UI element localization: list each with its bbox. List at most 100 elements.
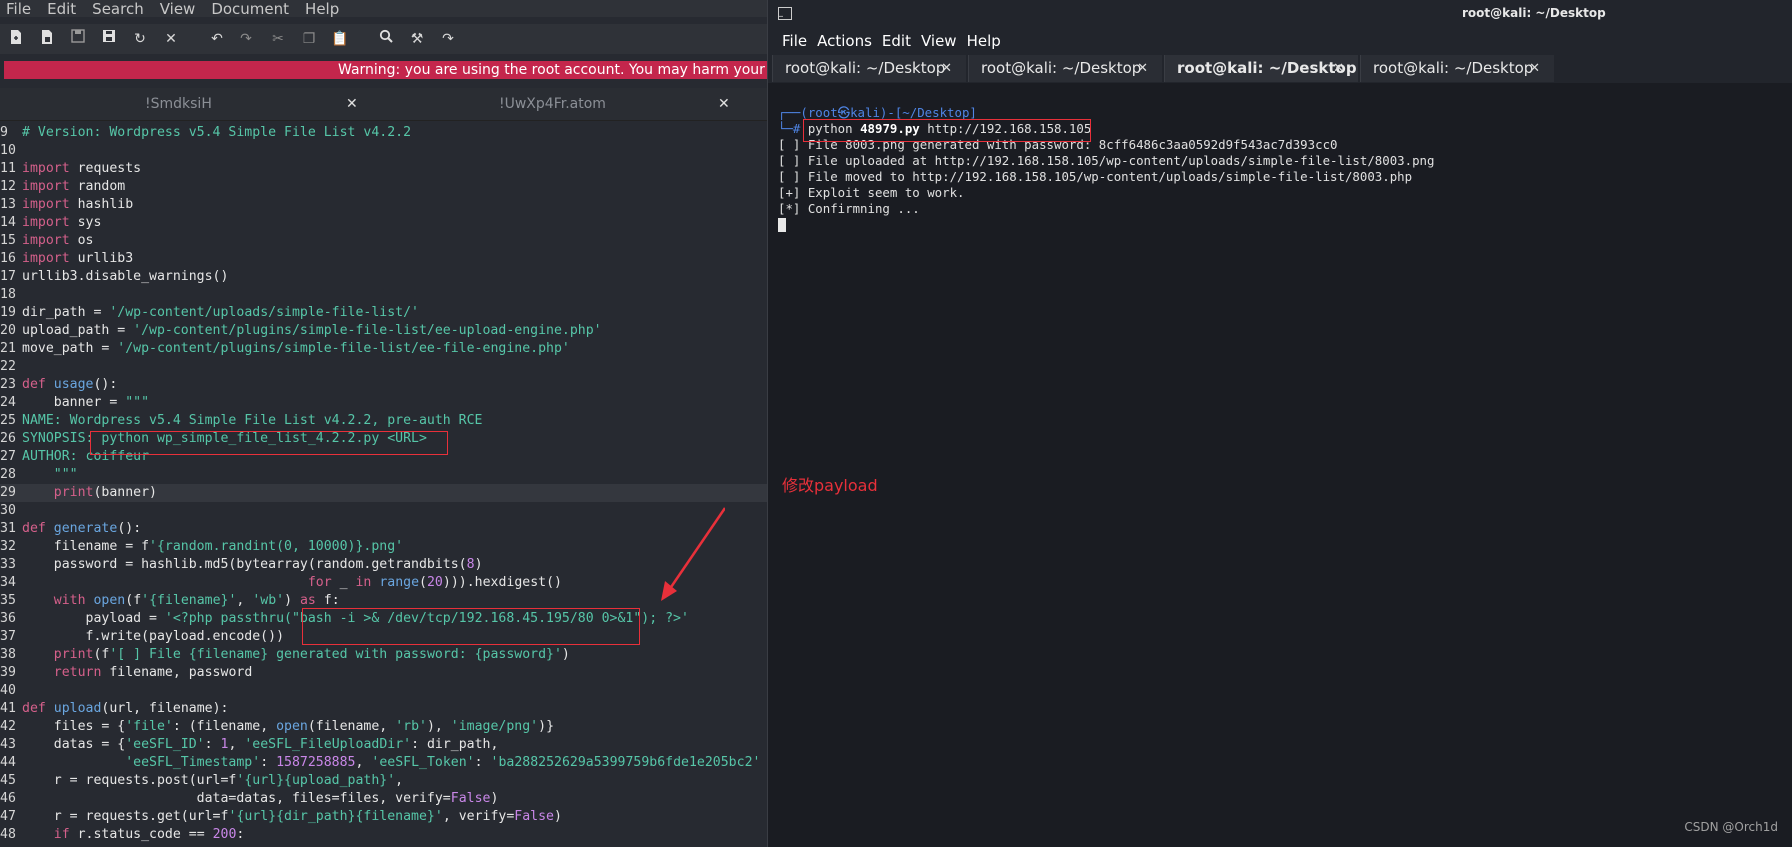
code-text: filename = f'{random.randint(0, 10000)}.… — [22, 539, 404, 554]
code-text: def upload(url, filename): — [22, 701, 229, 716]
code-line: 29 print(banner) — [0, 484, 768, 502]
terminal-tab[interactable]: root@kali: ~/Desktop ✕ — [1360, 55, 1554, 82]
undo-icon[interactable]: ↶ — [207, 29, 227, 49]
code-text: def generate(): — [22, 521, 142, 536]
code-text: dir_path = '/wp-content/uploads/simple-f… — [22, 305, 419, 320]
editor-tab-label: !UwXp4Fr.atom — [499, 96, 606, 112]
save-as-icon[interactable] — [99, 29, 119, 49]
menu-file[interactable]: File — [0, 1, 39, 17]
find-replace-icon[interactable]: ⚒ — [407, 29, 427, 49]
code-text: data=datas, files=files, verify=False) — [22, 791, 499, 806]
close-icon[interactable]: ✕ — [1529, 55, 1540, 82]
reload-icon[interactable]: ↻ — [130, 29, 150, 49]
menu-view[interactable]: View — [152, 1, 204, 17]
terminal-icon: _ — [778, 7, 792, 20]
line-number: 47 — [0, 809, 16, 824]
line-number: 30 — [0, 503, 16, 518]
terminal-tab[interactable]: root@kali: ~/Desktop ✕ — [968, 55, 1162, 82]
close-document-icon[interactable]: ✕ — [161, 29, 181, 49]
editor-menubar: File Edit Search View Document Help — [0, 0, 768, 17]
terminal-tab[interactable]: root@kali: ~/Desktop ✕ — [772, 55, 966, 82]
code-text: """ — [22, 467, 78, 482]
code-text: print(f'[ ] File {filename} generated wi… — [53, 647, 570, 662]
editor-tab[interactable]: !SmdksiH ✕ — [0, 88, 376, 120]
terminal-menu-edit[interactable]: Edit — [877, 28, 916, 54]
code-line: 44 'eeSFL_Timestamp': 1587258885, 'eeSFL… — [0, 754, 768, 772]
line-number: 11 — [0, 161, 16, 176]
search-icon[interactable] — [376, 29, 396, 49]
close-icon[interactable]: ✕ — [1137, 55, 1148, 82]
terminal-menu-help[interactable]: Help — [962, 28, 1006, 54]
line-number: 35 — [0, 593, 16, 608]
code-line: 47 r = requests.get(url=f'{url}{dir_path… — [0, 808, 768, 826]
code-text: import os — [22, 233, 94, 248]
goto-line-icon[interactable]: ↷ — [438, 29, 458, 49]
terminal-tab-label: root@kali: ~/Desktop — [1177, 59, 1357, 77]
terminal-menu-actions[interactable]: Actions — [812, 28, 877, 54]
line-number: 16 — [0, 251, 16, 266]
terminal-menu-file[interactable]: File — [768, 28, 812, 54]
line-number: 48 — [0, 827, 16, 842]
code-text: print(banner) — [53, 485, 157, 500]
code-line: 31 def generate(): — [0, 520, 768, 538]
code-text: import hashlib — [22, 197, 134, 212]
line-number: 28 — [0, 467, 16, 482]
annotation-arrow — [661, 507, 725, 601]
code-line: 40 — [0, 682, 768, 700]
code-text: files = {'file': (filename, open(filenam… — [22, 719, 555, 734]
code-line: 15 import os — [0, 232, 768, 250]
close-icon[interactable]: ✕ — [346, 88, 358, 120]
menu-document[interactable]: Document — [203, 1, 297, 17]
cut-icon[interactable]: ✂ — [268, 29, 288, 49]
save-icon[interactable] — [68, 29, 88, 49]
line-number: 9 — [0, 125, 8, 140]
code-text: import sys — [22, 215, 102, 230]
code-line: 13 import hashlib — [0, 196, 768, 214]
editor-tab[interactable]: !UwXp4Fr.atom ✕ — [376, 88, 752, 120]
terminal-tab-active[interactable]: root@kali: ~/Desktop ✕ — [1164, 55, 1358, 82]
close-icon[interactable]: ✕ — [1333, 55, 1344, 82]
line-number: 14 — [0, 215, 16, 230]
code-text: r = requests.get(url=f'{url}{dir_path}{f… — [22, 809, 562, 824]
code-line: 17 urllib3.disable_warnings() — [0, 268, 768, 286]
line-number: 13 — [0, 197, 16, 212]
highlight-box-command — [803, 119, 1091, 142]
new-file-icon[interactable] — [6, 29, 26, 49]
code-line: 19 dir_path = '/wp-content/uploads/simple… — [0, 304, 768, 322]
paste-icon[interactable]: 📋 — [330, 29, 350, 49]
terminal-tabbar: root@kali: ~/Desktop ✕ root@kali: ~/Deskt… — [768, 54, 1792, 83]
line-number: 15 — [0, 233, 16, 248]
code-text: # Version: Wordpress v5.4 Simple File Li… — [22, 125, 412, 140]
code-line: 20 upload_path = '/wp-content/plugins/sim… — [0, 322, 768, 340]
close-icon[interactable]: ✕ — [941, 55, 952, 82]
code-line: 34 for _ in range(20))).hexdigest() — [0, 574, 768, 592]
menu-search[interactable]: Search — [84, 1, 152, 17]
terminal-output-area[interactable]: ┌──(root㉿kali)-[~/Desktop] └─# python 48… — [768, 83, 1792, 847]
output-line: [ ] File uploaded at http://192.168.158.… — [778, 153, 1435, 168]
terminal-menu-view[interactable]: View — [916, 28, 962, 54]
code-text: import requests — [22, 161, 142, 176]
highlight-box-payload — [302, 608, 640, 645]
code-text: with open(f'{filename}', 'wb') as f: — [53, 593, 340, 608]
line-number: 33 — [0, 557, 16, 572]
code-text: import urllib3 — [22, 251, 134, 266]
line-number: 46 — [0, 791, 16, 806]
copy-icon[interactable]: ❐ — [299, 29, 319, 49]
line-number: 19 — [0, 305, 16, 320]
close-icon[interactable]: ✕ — [718, 88, 730, 120]
code-line: 23 def usage(): — [0, 376, 768, 394]
line-number: 24 — [0, 395, 16, 410]
menu-edit[interactable]: Edit — [39, 1, 84, 17]
terminal-window: _ root@kali: ~/Desktop File Actions Edit Vi… — [768, 0, 1792, 847]
code-text: upload_path = '/wp-content/plugins/simpl… — [22, 323, 602, 338]
text-editor-window: File Edit Search View Document Help ↻ ✕ ↶ ↷ ✂… — [0, 0, 768, 847]
new-window-icon[interactable] — [37, 29, 57, 49]
terminal-menubar: File Actions Edit View Help — [768, 28, 1792, 54]
terminal-titlebar: _ root@kali: ~/Desktop — [768, 0, 1792, 28]
code-line: 25 NAME: Wordpress v5.4 Simple File List … — [0, 412, 768, 430]
line-number: 39 — [0, 665, 16, 680]
watermark: CSDN @Orch1d — [1684, 820, 1778, 834]
menu-help[interactable]: Help — [297, 1, 347, 17]
redo-icon[interactable]: ↷ — [236, 29, 256, 49]
line-number: 43 — [0, 737, 16, 752]
